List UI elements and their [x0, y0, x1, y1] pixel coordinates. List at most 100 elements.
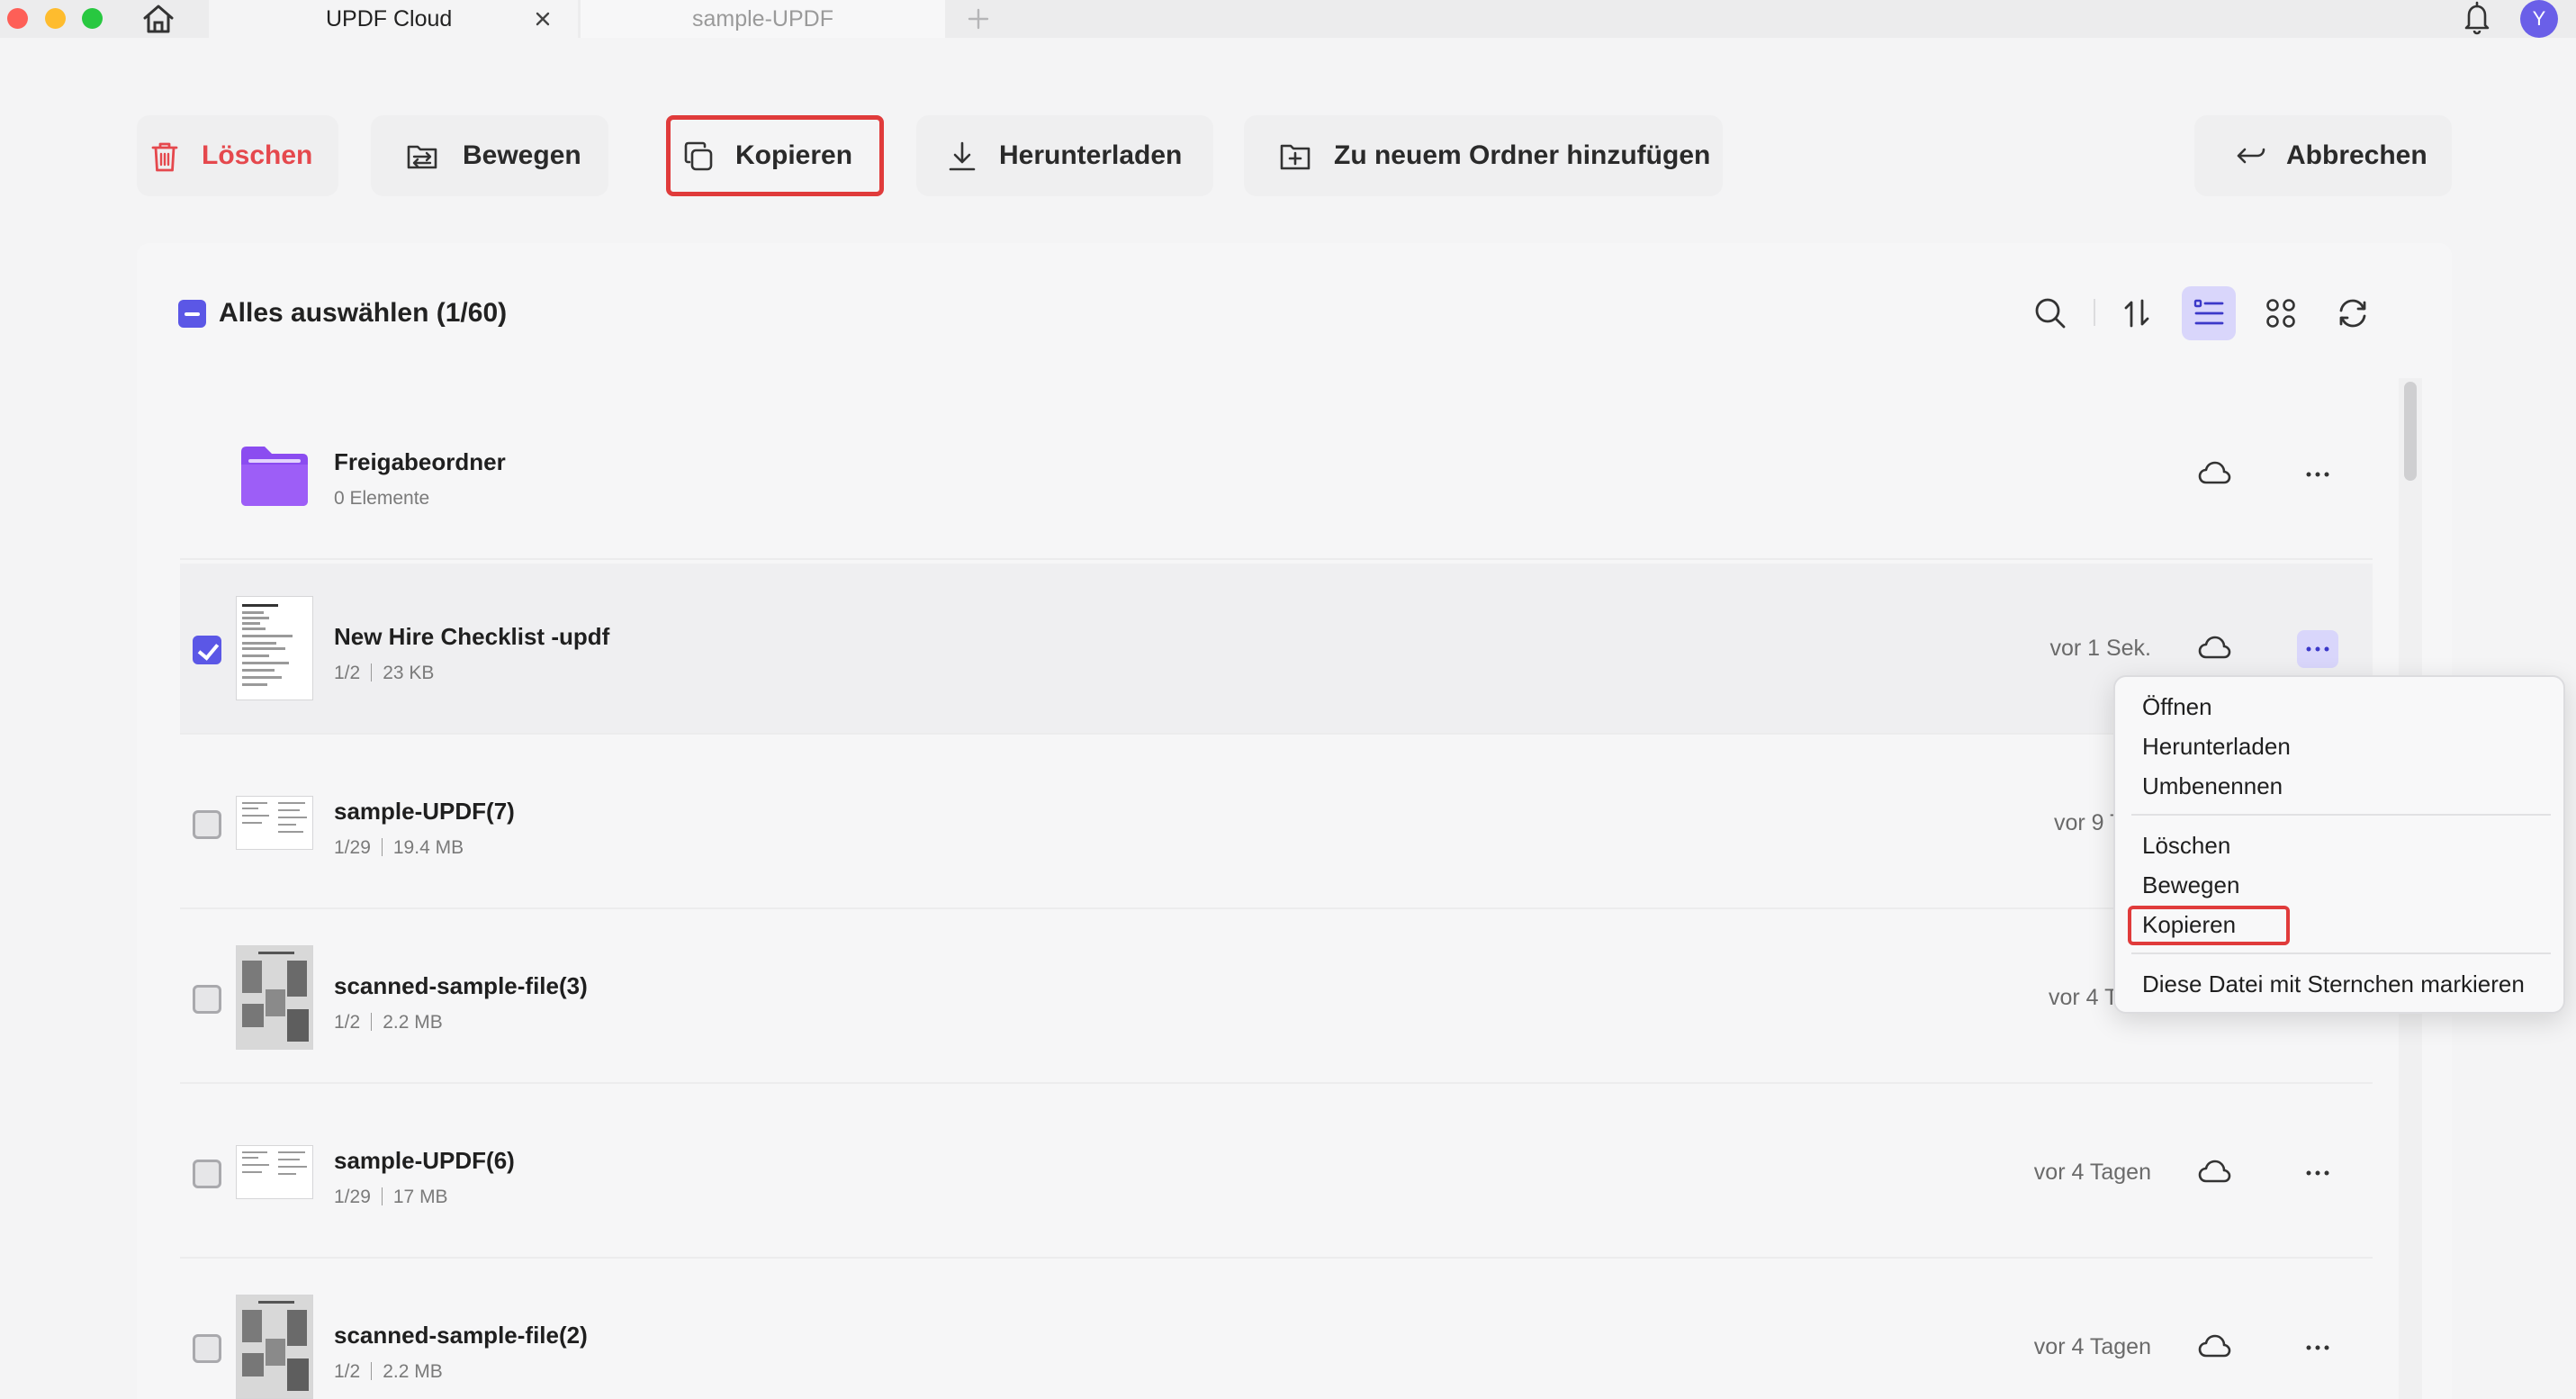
item-checkbox[interactable]	[193, 636, 221, 664]
window-close-button[interactable]	[7, 8, 28, 29]
item-pages: 1/29	[334, 837, 371, 858]
grid-view-icon	[2266, 299, 2295, 328]
menu-item-move[interactable]: Bewegen	[2142, 871, 2239, 899]
indeterminate-checkbox[interactable]	[178, 299, 206, 328]
menu-divider	[2131, 952, 2551, 954]
download-button[interactable]: Herunterladen	[916, 115, 1213, 196]
item-name: scanned-sample-file(2)	[334, 1322, 588, 1349]
tab-label: UPDF Cloud	[326, 5, 453, 32]
item-checkbox[interactable]	[193, 985, 221, 1014]
item-size: 2.2 MB	[383, 1012, 443, 1033]
home-button[interactable]	[139, 0, 178, 38]
refresh-button[interactable]	[2326, 286, 2380, 340]
cancel-label: Abbrechen	[2286, 140, 2427, 170]
add-to-new-folder-label: Zu neuem Ordner hinzufügen	[1334, 140, 1711, 170]
item-modified-time: vor 4 Tagen	[2033, 1334, 2151, 1359]
delete-button[interactable]: Löschen	[137, 115, 338, 196]
list-item[interactable]: New Hire Checklist -updf 1/2 23 KB vor 1 …	[180, 564, 2373, 735]
item-name: New Hire Checklist -updf	[334, 623, 610, 650]
item-modified-time: vor 4 Tagen	[2033, 1160, 2151, 1185]
menu-item-download[interactable]: Herunterladen	[2142, 733, 2291, 761]
item-name: sample-UPDF(6)	[334, 1147, 515, 1174]
item-size: 2.2 MB	[383, 1361, 443, 1382]
more-options-button[interactable]	[2297, 630, 2338, 668]
menu-item-delete[interactable]: Löschen	[2142, 832, 2230, 860]
toolbar-divider	[2094, 299, 2095, 326]
sort-icon	[2124, 299, 2149, 328]
plus-icon[interactable]	[965, 5, 992, 32]
list-view-icon	[2193, 299, 2224, 325]
item-name: scanned-sample-file(3)	[334, 972, 588, 999]
window-zoom-button[interactable]	[82, 8, 103, 29]
item-size: 17 MB	[392, 1187, 448, 1207]
refresh-icon	[2339, 299, 2366, 328]
more-horizontal-icon	[2306, 1345, 2329, 1350]
list-view-button[interactable]	[2182, 286, 2236, 340]
move-label: Bewegen	[463, 140, 581, 170]
close-icon[interactable]	[531, 7, 554, 31]
cloud-icon[interactable]	[2196, 1158, 2232, 1187]
select-all-checkbox[interactable]: Alles auswählen (1/60)	[178, 298, 507, 329]
file-thumbnail	[236, 596, 313, 700]
undo-arrow-icon	[2237, 148, 2265, 164]
list-item[interactable]: scanned-sample-file(3) 1/2 2.2 MB vor 4 T	[180, 913, 2373, 1084]
sort-button[interactable]	[2110, 286, 2164, 340]
menu-divider	[2131, 814, 2551, 816]
search-icon	[2035, 298, 2066, 329]
item-size: 23 KB	[383, 663, 435, 683]
tab-sample-updf[interactable]: sample-UPDF	[581, 0, 945, 38]
move-button[interactable]: Bewegen	[371, 115, 608, 196]
item-checkbox[interactable]	[193, 810, 221, 839]
delete-label: Löschen	[202, 140, 313, 170]
grid-view-button[interactable]	[2254, 286, 2308, 340]
more-horizontal-icon	[2306, 1170, 2329, 1176]
file-thumbnail	[236, 796, 313, 850]
download-label: Herunterladen	[999, 140, 1183, 170]
item-pages: 1/2	[334, 663, 361, 683]
more-horizontal-icon	[2306, 646, 2329, 652]
cloud-icon[interactable]	[2196, 1332, 2232, 1361]
list-item[interactable]: scanned-sample-file(2) 1/2 2.2 MB vor 4 T…	[180, 1262, 2373, 1399]
folder-plus-icon	[1280, 144, 1311, 170]
cancel-button[interactable]: Abbrechen	[2194, 115, 2452, 196]
add-to-new-folder-button[interactable]: Zu neuem Ordner hinzufügen	[1244, 115, 1723, 196]
copy-icon	[684, 141, 713, 171]
cloud-icon[interactable]	[2196, 634, 2232, 663]
list-item[interactable]: sample-UPDF(7) 1/29 19.4 MB vor 9 T	[180, 738, 2373, 909]
context-menu: Öffnen Herunterladen Umbenennen Löschen …	[2113, 675, 2565, 1014]
more-horizontal-icon	[2306, 472, 2329, 477]
item-modified-time: vor 4 T	[2049, 985, 2119, 1010]
copy-label: Kopieren	[735, 140, 853, 170]
item-pages: 1/2	[334, 1361, 361, 1382]
item-name: Freigabeordner	[334, 448, 506, 475]
item-meta: 1/2 23 KB	[334, 663, 434, 684]
more-options-button[interactable]	[2297, 456, 2338, 493]
list-item[interactable]: Freigabeordner 0 Elemente	[180, 389, 2373, 560]
cloud-icon[interactable]	[2196, 459, 2232, 488]
avatar[interactable]: Y	[2520, 0, 2558, 38]
menu-item-open[interactable]: Öffnen	[2142, 693, 2212, 721]
item-name: sample-UPDF(7)	[334, 798, 515, 825]
title-bar: UPDF Cloud sample-UPDF Y	[0, 0, 2576, 38]
scrollbar-thumb[interactable]	[2404, 382, 2417, 481]
item-checkbox[interactable]	[193, 1160, 221, 1188]
item-modified-time: vor 1 Sek.	[2049, 636, 2151, 661]
bell-icon[interactable]	[2461, 0, 2493, 36]
search-button[interactable]	[2023, 286, 2077, 340]
file-thumbnail	[236, 1295, 313, 1399]
folder-icon	[241, 447, 308, 506]
menu-item-rename[interactable]: Umbenennen	[2142, 772, 2283, 800]
item-meta: 1/29 17 MB	[334, 1187, 448, 1208]
home-icon	[143, 5, 174, 33]
file-thumbnail	[236, 1145, 313, 1199]
menu-item-copy[interactable]: Kopieren	[2142, 911, 2236, 939]
item-pages: 1/29	[334, 1187, 371, 1207]
tab-updf-cloud[interactable]: UPDF Cloud	[209, 0, 578, 38]
copy-button[interactable]: Kopieren	[666, 115, 884, 196]
menu-item-star[interactable]: Diese Datei mit Sternchen markieren	[2142, 970, 2525, 998]
more-options-button[interactable]	[2297, 1329, 2338, 1367]
window-minimize-button[interactable]	[45, 8, 66, 29]
item-checkbox[interactable]	[193, 1334, 221, 1363]
list-item[interactable]: sample-UPDF(6) 1/29 17 MB vor 4 Tagen	[180, 1088, 2373, 1259]
more-options-button[interactable]	[2297, 1154, 2338, 1192]
